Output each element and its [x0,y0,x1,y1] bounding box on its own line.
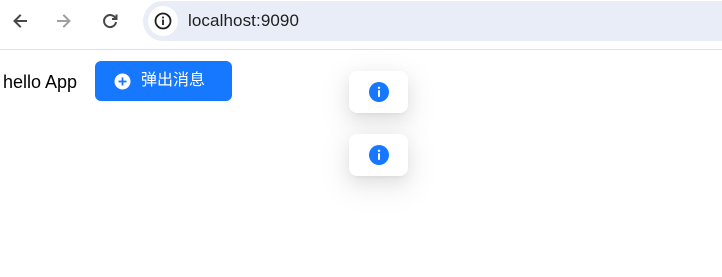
popup-button-label: 弹出消息 [141,72,206,89]
forward-button[interactable] [48,5,80,37]
page-content: hello App 弹出消息 [0,50,722,277]
back-button[interactable] [4,5,36,37]
popup-message-button[interactable]: 弹出消息 [95,61,232,101]
arrow-left-icon [13,14,27,28]
reload-icon [103,14,118,29]
site-info-button[interactable] [148,6,178,36]
info-circle-icon [368,145,389,165]
message-notice [349,71,408,113]
info-icon [154,12,172,30]
plus-circle-icon [114,73,131,90]
message-notice [349,134,408,176]
hello-text: hello App [3,72,78,92]
url-text[interactable]: localhost:9090 [188,1,299,41]
address-bar[interactable]: localhost:9090 [143,1,722,41]
reload-button[interactable] [94,5,126,37]
info-circle-icon [368,82,389,102]
browser-toolbar: localhost:9090 [0,0,722,42]
arrow-right-icon [57,14,71,28]
